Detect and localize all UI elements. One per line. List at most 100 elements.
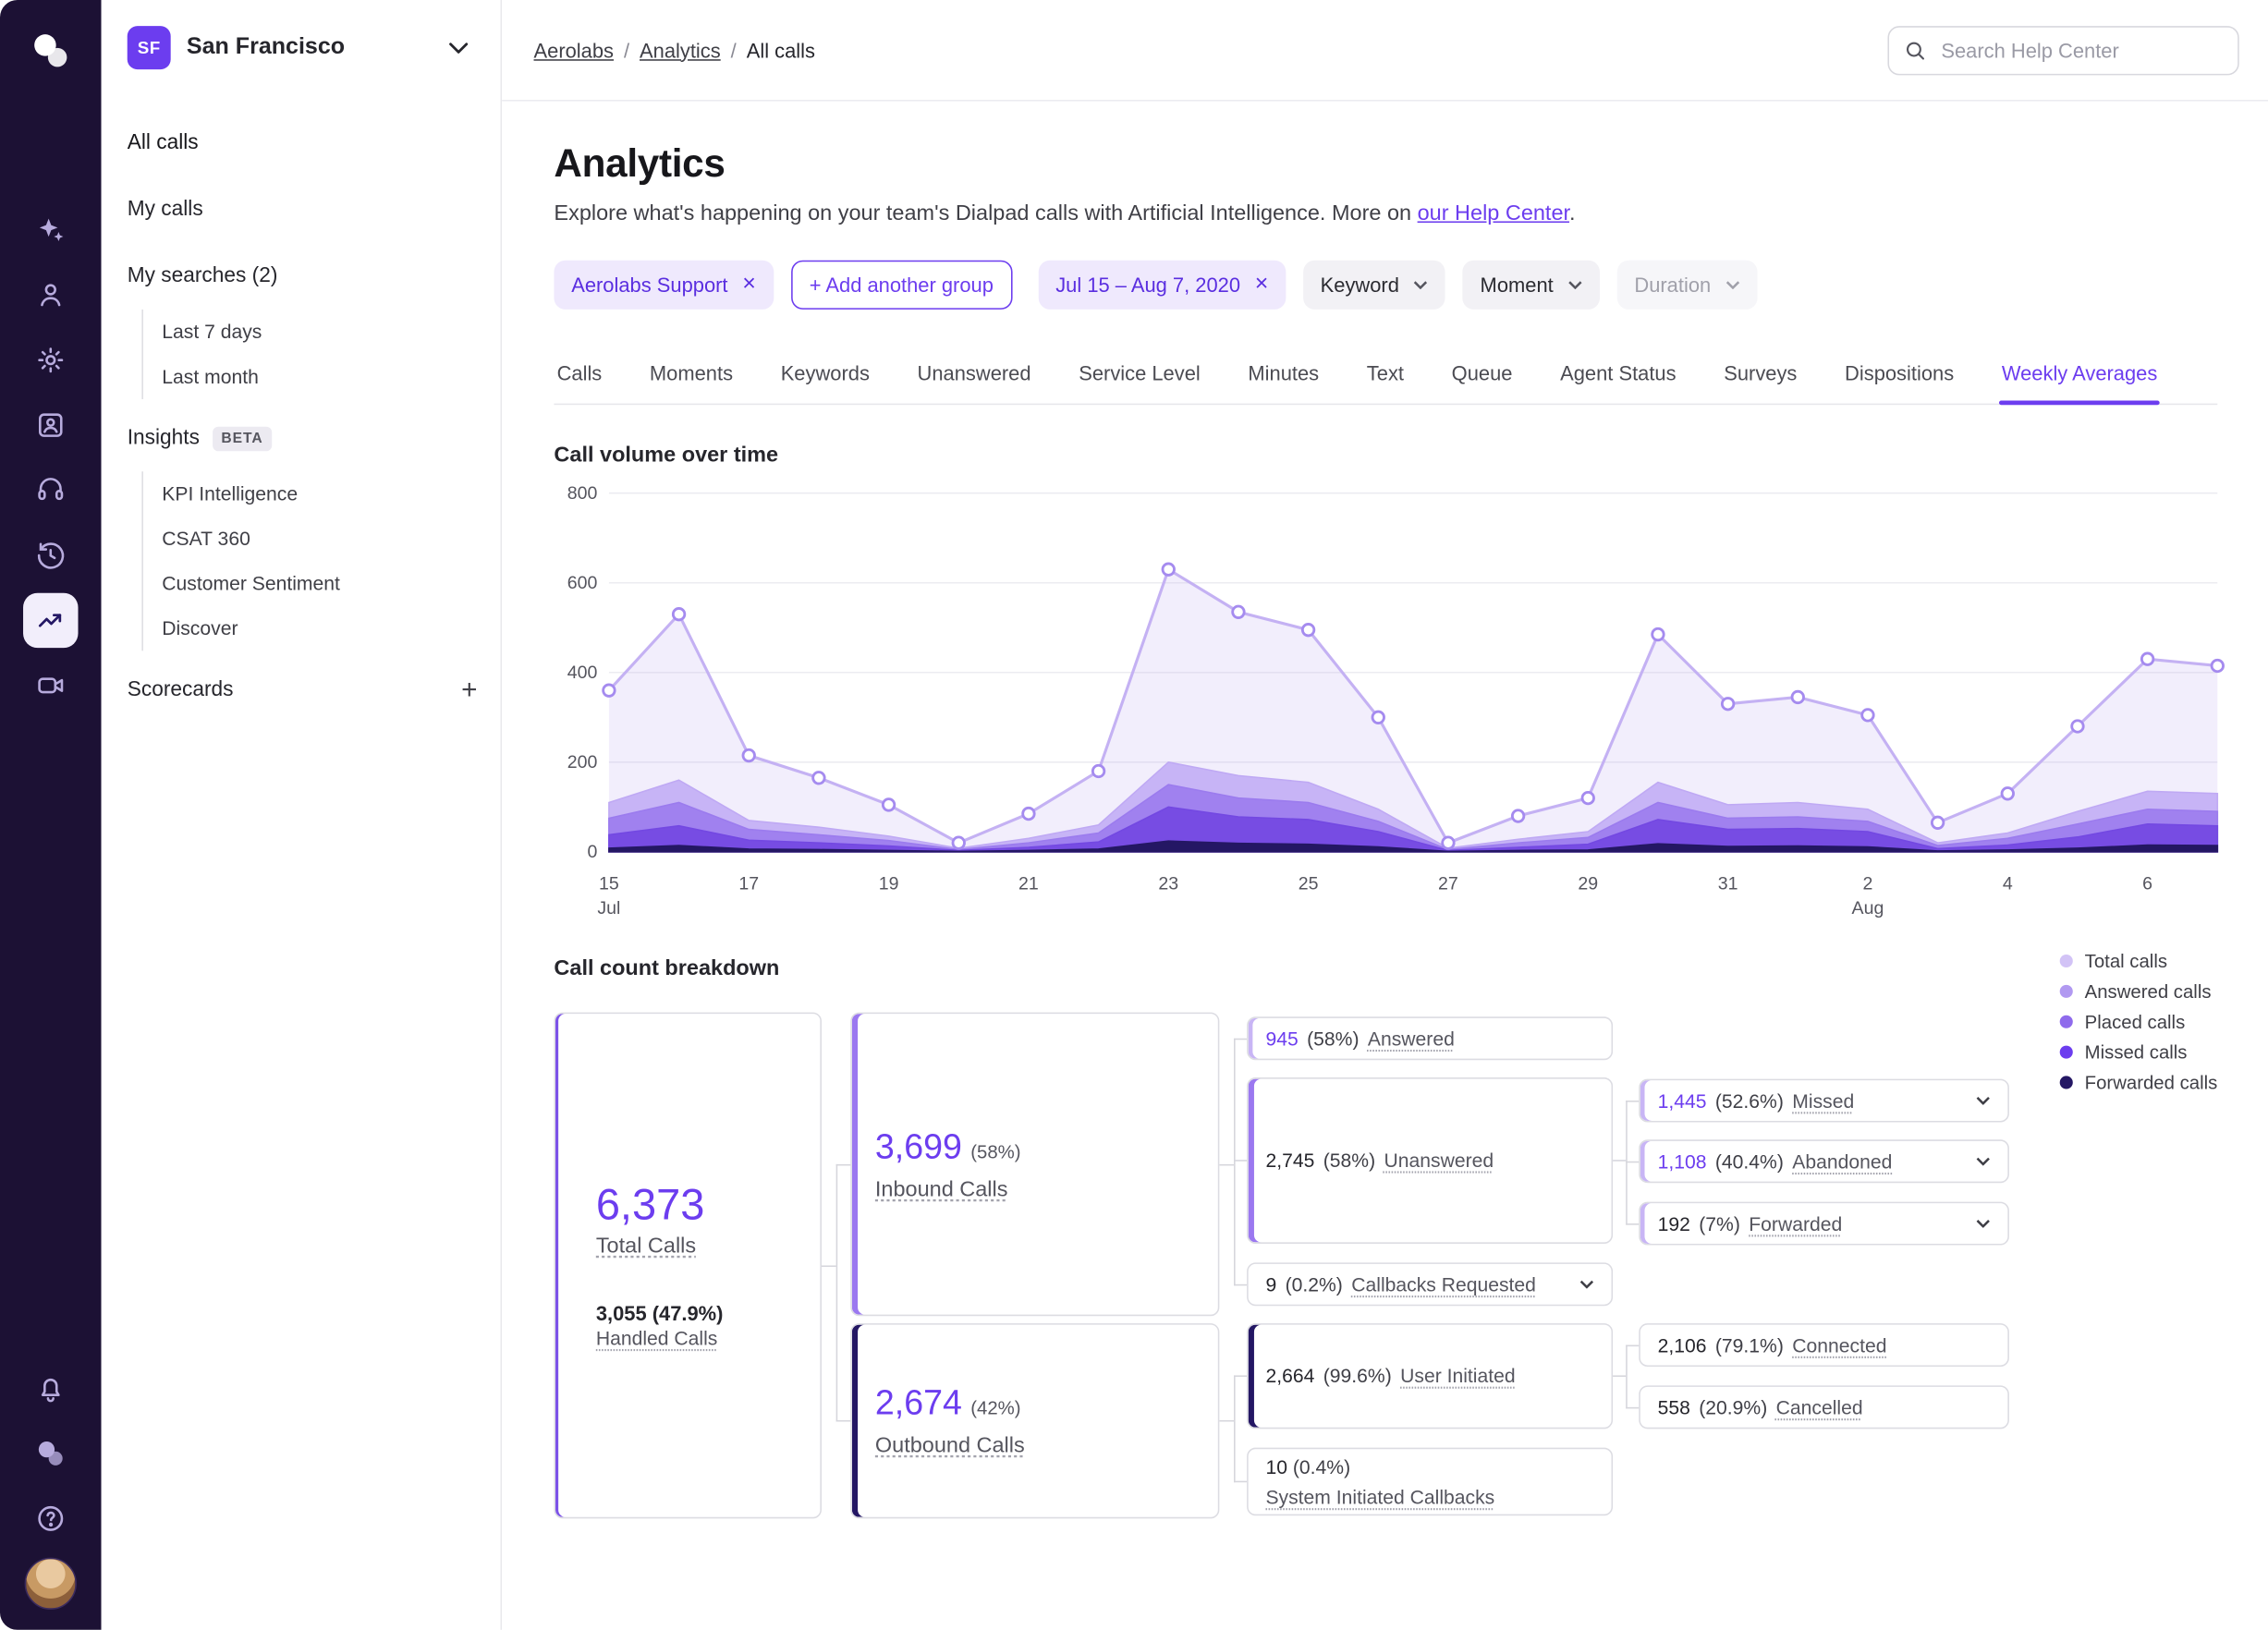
tab-weekly-averages[interactable]: Weekly Averages bbox=[1998, 347, 2161, 406]
tab-moments[interactable]: Moments bbox=[647, 347, 736, 404]
csat-360-label: CSAT 360 bbox=[162, 528, 250, 550]
sidebar-item-discover[interactable]: Discover bbox=[162, 606, 500, 651]
keyword-filter-dropdown[interactable]: Keyword bbox=[1302, 260, 1445, 310]
sidebar-item-csat-360[interactable]: CSAT 360 bbox=[162, 517, 500, 562]
top-bar: Aerolabs / Analytics / All calls bbox=[502, 0, 2268, 102]
all-calls-label: All calls bbox=[127, 131, 199, 155]
sidebar-item-insights[interactable]: Insights BETA bbox=[128, 405, 501, 471]
breakdown-node-user-initiated[interactable]: 2,664 (99.6%) User Initiated bbox=[1247, 1323, 1614, 1429]
tab-service-level[interactable]: Service Level bbox=[1076, 347, 1203, 404]
breakdown-node-abandoned[interactable]: 1,108 (40.4%) Abandoned bbox=[1639, 1139, 2009, 1184]
help-icon[interactable] bbox=[23, 1490, 78, 1545]
callbacks-label: Callbacks Requested bbox=[1351, 1273, 1536, 1295]
breakdown-node-inbound[interactable]: 3,699 (58%) Inbound Calls bbox=[850, 1012, 1220, 1317]
ai-sparkles-icon[interactable] bbox=[23, 201, 78, 256]
sidebar-item-customer-sentiment[interactable]: Customer Sentiment bbox=[162, 561, 500, 606]
headset-icon[interactable] bbox=[23, 462, 78, 517]
breakdown-node-unanswered[interactable]: 2,745 (58%) Unanswered bbox=[1247, 1077, 1614, 1244]
connector-line bbox=[1626, 1406, 1640, 1409]
remove-date-icon[interactable]: × bbox=[1255, 273, 1269, 297]
customer-sentiment-label: Customer Sentiment bbox=[162, 572, 340, 595]
sidebar-item-scorecards[interactable]: Scorecards + bbox=[128, 657, 501, 724]
page-description: Explore what's happening on your team's … bbox=[554, 201, 2217, 226]
connector-line bbox=[1234, 1283, 1248, 1286]
tab-keywords[interactable]: Keywords bbox=[778, 347, 872, 404]
inbound-value: 3,699 bbox=[874, 1126, 962, 1167]
dialpad-logo-icon[interactable] bbox=[29, 29, 72, 72]
sidebar-item-kpi-intelligence[interactable]: KPI Intelligence bbox=[162, 471, 500, 517]
moment-filter-dropdown[interactable]: Moment bbox=[1462, 260, 1600, 310]
sidebar-item-my-calls[interactable]: My calls bbox=[128, 176, 501, 243]
breakdown-node-cancelled[interactable]: 558 (20.9%) Cancelled bbox=[1639, 1385, 2009, 1429]
user-initiated-value: 2,664 bbox=[1265, 1365, 1315, 1387]
sidebar-item-my-searches[interactable]: My searches (2) bbox=[128, 243, 501, 310]
connector-line bbox=[1234, 1480, 1248, 1483]
breadcrumb-analytics[interactable]: Analytics bbox=[640, 38, 721, 61]
tab-unanswered[interactable]: Unanswered bbox=[914, 347, 1033, 404]
tab-queue[interactable]: Queue bbox=[1449, 347, 1516, 404]
legend-dot bbox=[2060, 984, 2074, 998]
duration-filter-dropdown[interactable]: Duration bbox=[1616, 260, 1758, 310]
breakdown-node-outbound[interactable]: 2,674 (42%) Outbound Calls bbox=[850, 1323, 1220, 1519]
connector-line bbox=[1234, 1160, 1248, 1162]
tab-surveys[interactable]: Surveys bbox=[1721, 347, 1799, 404]
sidebar-item-last-month[interactable]: Last month bbox=[162, 354, 500, 399]
my-searches-label: My searches (2) bbox=[127, 264, 278, 288]
person-icon[interactable] bbox=[23, 267, 78, 322]
contact-card-icon[interactable] bbox=[23, 397, 78, 452]
analytics-trend-icon[interactable] bbox=[23, 591, 79, 648]
chevron-down-icon[interactable] bbox=[1976, 1219, 1991, 1228]
add-scorecard-button[interactable]: + bbox=[461, 676, 477, 704]
callbacks-pct: (0.2%) bbox=[1285, 1273, 1343, 1295]
connector-line bbox=[835, 1163, 851, 1166]
date-range-chip[interactable]: Jul 15 – Aug 7, 2020 × bbox=[1038, 260, 1286, 310]
breakdown-node-answered[interactable]: 945 (58%) Answered bbox=[1247, 1016, 1614, 1061]
outbound-label: Outbound Calls bbox=[874, 1433, 1025, 1458]
tab-text[interactable]: Text bbox=[1364, 347, 1407, 404]
breakdown-node-total-calls[interactable]: 6,373 Total Calls 3,055 (47.9%) Handled … bbox=[554, 1012, 822, 1519]
chevron-down-icon bbox=[449, 43, 469, 54]
user-avatar[interactable] bbox=[24, 1557, 77, 1610]
sidebar-item-all-calls[interactable]: All calls bbox=[128, 110, 501, 176]
beta-badge: BETA bbox=[213, 425, 273, 451]
video-meetings-icon[interactable] bbox=[23, 657, 78, 712]
sidebar-item-last-7-days[interactable]: Last 7 days bbox=[162, 310, 500, 355]
add-group-button[interactable]: + Add another group bbox=[790, 260, 1013, 310]
connector-line bbox=[1626, 1344, 1628, 1409]
call-volume-chart: 800 600 400 200 0 15 Jul 17 19 21 23 25 2… bbox=[554, 479, 2225, 918]
group-filter-label: Aerolabs Support bbox=[571, 273, 728, 297]
breakdown-node-forwarded[interactable]: 192 (7%) Forwarded bbox=[1639, 1201, 2009, 1246]
dialpad-mark-icon[interactable] bbox=[23, 1425, 78, 1479]
abandoned-pct: (40.4%) bbox=[1714, 1150, 1784, 1173]
help-search-box[interactable] bbox=[1887, 25, 2239, 75]
insights-label: Insights bbox=[127, 426, 200, 450]
bell-icon[interactable] bbox=[23, 1360, 78, 1415]
forwarded-pct: (7%) bbox=[1699, 1212, 1740, 1235]
settings-gear-icon[interactable] bbox=[23, 332, 78, 386]
group-filter-chip[interactable]: Aerolabs Support × bbox=[554, 260, 774, 310]
system-initiated-value: 10 bbox=[1265, 1455, 1287, 1478]
connector-line bbox=[1234, 1375, 1248, 1377]
workspace-selector[interactable]: SF San Francisco bbox=[102, 0, 501, 90]
help-center-link[interactable]: our Help Center bbox=[1418, 201, 1569, 226]
breakdown-node-missed[interactable]: 1,445 (52.6%) Missed bbox=[1639, 1078, 2009, 1123]
chevron-down-icon[interactable] bbox=[1579, 1280, 1594, 1289]
breadcrumb-aerolabs[interactable]: Aerolabs bbox=[534, 38, 614, 61]
tab-calls[interactable]: Calls bbox=[554, 347, 604, 404]
tab-dispositions[interactable]: Dispositions bbox=[1842, 347, 1957, 404]
breakdown-node-callbacks-requested[interactable]: 9 (0.2%) Callbacks Requested bbox=[1247, 1262, 1614, 1307]
search-input[interactable] bbox=[1938, 36, 2224, 64]
main-panel: Aerolabs / Analytics / All calls Analyti… bbox=[502, 0, 2268, 1630]
chevron-down-icon[interactable] bbox=[1976, 1157, 1991, 1166]
caret-down-icon bbox=[1567, 281, 1582, 290]
chevron-down-icon[interactable] bbox=[1976, 1096, 1991, 1105]
icon-rail bbox=[0, 0, 102, 1630]
inbound-pct: (58%) bbox=[970, 1140, 1021, 1162]
history-icon[interactable] bbox=[23, 527, 78, 581]
breakdown-node-system-initiated[interactable]: 10 (0.4%) System Initiated Callbacks bbox=[1247, 1447, 1614, 1516]
tab-minutes[interactable]: Minutes bbox=[1245, 347, 1322, 404]
breakdown-node-connected[interactable]: 2,106 (79.1%) Connected bbox=[1639, 1323, 2009, 1368]
sidebar: SF San Francisco All calls My calls My s… bbox=[101, 0, 503, 1630]
remove-group-icon[interactable]: × bbox=[742, 273, 756, 297]
tab-agent-status[interactable]: Agent Status bbox=[1557, 347, 1679, 404]
